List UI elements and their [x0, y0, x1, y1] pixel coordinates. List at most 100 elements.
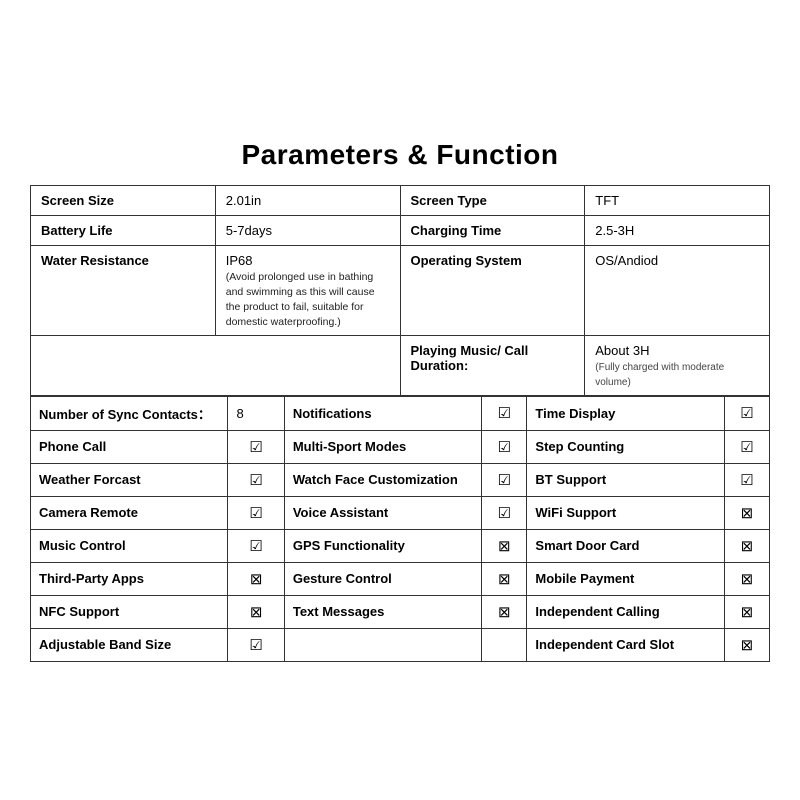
music-control-check — [228, 529, 284, 562]
text-messages-label: Text Messages — [284, 595, 481, 628]
spec-value-water: IP68 (Avoid prolonged use in bathing and… — [215, 245, 400, 335]
wifi-support-label: WiFi Support — [527, 496, 724, 529]
multi-sport-label: Multi-Sport Modes — [284, 430, 481, 463]
step-counting-check — [724, 430, 769, 463]
feature-row-4: Third-Party Apps Gesture Control Mobile … — [31, 562, 770, 595]
phone-call-label: Phone Call — [31, 430, 228, 463]
check-icon-independent-calling — [741, 604, 754, 621]
spec-label-charging: Charging Time — [400, 215, 585, 245]
weather-label: Weather Forcast — [31, 463, 228, 496]
mobile-payment-check — [724, 562, 769, 595]
check-icon-voice-assistant — [498, 505, 511, 522]
independent-calling-label: Independent Calling — [527, 595, 724, 628]
gesture-label: Gesture Control — [284, 562, 481, 595]
sync-label: Number of Sync Contacts： — [31, 396, 228, 430]
notifications-label: Notifications — [284, 396, 481, 430]
bt-support-check — [724, 463, 769, 496]
spec-value-charging: 2.5-3H — [585, 215, 770, 245]
check-icon-wifi-support — [741, 505, 754, 522]
feature-row-0: Phone Call Multi-Sport Modes Step Counti… — [31, 430, 770, 463]
feature-row-6: Adjustable Band Size Independent Card Sl… — [31, 628, 770, 661]
check-icon-step-counting — [740, 439, 753, 456]
spec-row-2: Battery Life 5-7days Charging Time 2.5-3… — [31, 215, 770, 245]
specs-table: Screen Size 2.01in Screen Type TFT Batte… — [30, 185, 770, 396]
feature-row-5: NFC Support Text Messages Independent Ca… — [31, 595, 770, 628]
text-messages-check — [482, 595, 527, 628]
spec-label-water: Water Resistance — [31, 245, 216, 335]
independent-card-check — [724, 628, 769, 661]
gps-check — [482, 529, 527, 562]
page: Parameters & Function Screen Size 2.01in… — [10, 129, 790, 672]
spec-label-os: Operating System — [400, 245, 585, 335]
band-size-label: Adjustable Band Size — [31, 628, 228, 661]
bt-support-label: BT Support — [527, 463, 724, 496]
time-display-check — [724, 396, 769, 430]
spec-value-screen-size: 2.01in — [215, 185, 400, 215]
check-icon-smart-door — [741, 538, 754, 555]
nfc-label: NFC Support — [31, 595, 228, 628]
check-icon-multi-sport — [498, 439, 511, 456]
time-display-label: Time Display — [527, 396, 724, 430]
spec-value-os: OS/Andiod — [585, 245, 770, 335]
gesture-check — [482, 562, 527, 595]
feature-row-1: Weather Forcast Watch Face Customization… — [31, 463, 770, 496]
smart-door-check — [724, 529, 769, 562]
step-counting-label: Step Counting — [527, 430, 724, 463]
watch-face-check — [482, 463, 527, 496]
spec-label-music: Playing Music/ Call Duration: — [400, 335, 585, 395]
camera-remote-check — [228, 496, 284, 529]
check-icon-nfc — [250, 604, 263, 621]
check-icon-mobile-payment — [741, 571, 754, 588]
features-table: Number of Sync Contacts： 8 Notifications… — [30, 396, 770, 662]
spec-row-4: Playing Music/ Call Duration: About 3H (… — [31, 335, 770, 395]
check-icon-third-party — [250, 571, 263, 588]
spec-row-3: Water Resistance IP68 (Avoid prolonged u… — [31, 245, 770, 335]
spec-value-music: About 3H (Fully charged with moderate vo… — [585, 335, 770, 395]
check-icon-band-size — [249, 637, 262, 654]
feature-row-3: Music Control GPS Functionality Smart Do… — [31, 529, 770, 562]
voice-assistant-label: Voice Assistant — [284, 496, 481, 529]
spec-value-battery: 5-7days — [215, 215, 400, 245]
band-size-check — [228, 628, 284, 661]
independent-card-label: Independent Card Slot — [527, 628, 724, 661]
check-icon-notifications — [498, 405, 511, 422]
music-note: (Fully charged with moderate volume) — [595, 362, 724, 388]
check-icon-gesture — [498, 571, 511, 588]
check-icon-independent-card — [741, 637, 754, 654]
check-icon-camera-remote — [249, 505, 262, 522]
empty-col2-label — [284, 628, 481, 661]
camera-remote-label: Camera Remote — [31, 496, 228, 529]
empty-col2-check — [482, 628, 527, 661]
spec-row-1: Screen Size 2.01in Screen Type TFT — [31, 185, 770, 215]
check-icon-gps — [498, 538, 511, 555]
third-party-check — [228, 562, 284, 595]
check-icon-bt-support — [740, 472, 753, 489]
multi-sport-check — [482, 430, 527, 463]
music-control-label: Music Control — [31, 529, 228, 562]
water-note: (Avoid prolonged use in bathing and swim… — [226, 271, 375, 328]
mobile-payment-label: Mobile Payment — [527, 562, 724, 595]
spec-value-screen-type: TFT — [585, 185, 770, 215]
spec-label-screen-size: Screen Size — [31, 185, 216, 215]
wifi-support-check — [724, 496, 769, 529]
check-icon-watch-face — [498, 472, 511, 489]
check-icon-time-display — [740, 405, 753, 422]
feature-row-2: Camera Remote Voice Assistant WiFi Suppo… — [31, 496, 770, 529]
phone-call-check — [228, 430, 284, 463]
check-icon-text-messages — [498, 604, 511, 621]
watch-face-label: Watch Face Customization — [284, 463, 481, 496]
third-party-label: Third-Party Apps — [31, 562, 228, 595]
check-icon-music-control — [249, 538, 262, 555]
page-title: Parameters & Function — [30, 139, 770, 171]
check-icon-phone-call — [249, 439, 262, 456]
gps-label: GPS Functionality — [284, 529, 481, 562]
voice-assistant-check — [482, 496, 527, 529]
features-header-row: Number of Sync Contacts： 8 Notifications… — [31, 396, 770, 430]
independent-calling-check — [724, 595, 769, 628]
check-icon-weather — [249, 472, 262, 489]
smart-door-label: Smart Door Card — [527, 529, 724, 562]
nfc-check — [228, 595, 284, 628]
spec-empty — [31, 335, 401, 395]
notifications-check — [482, 396, 527, 430]
spec-label-screen-type: Screen Type — [400, 185, 585, 215]
